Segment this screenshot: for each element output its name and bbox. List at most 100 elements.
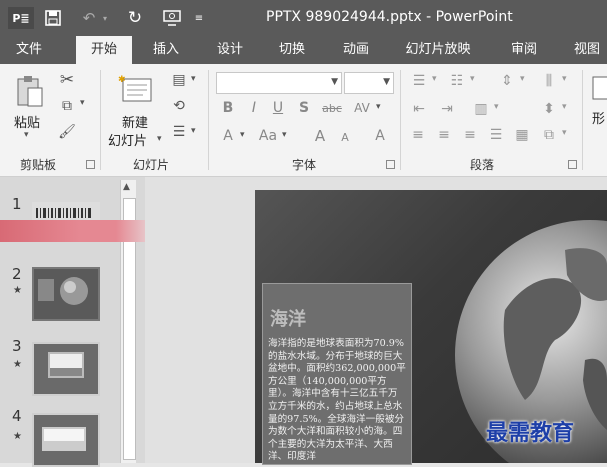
text-direction-dropdown-icon[interactable]: ▾ xyxy=(562,74,567,84)
clipboard-launcher-icon[interactable] xyxy=(86,160,95,169)
tab-design[interactable]: 设计 xyxy=(204,36,256,64)
animation-star-icon: ★ xyxy=(13,359,22,370)
align-left-icon[interactable]: ≡ xyxy=(408,126,428,144)
tab-home[interactable]: 开始 xyxy=(76,36,132,64)
paste-dropdown-icon[interactable]: ▾ xyxy=(24,130,29,140)
tab-file[interactable]: 文件 xyxy=(4,36,54,64)
cut-icon[interactable]: ✂ xyxy=(56,70,78,90)
clear-formatting-button[interactable]: A xyxy=(370,126,390,146)
copy-icon[interactable]: ⧉ xyxy=(56,96,78,116)
new-slide-icon[interactable]: ✱ xyxy=(116,72,156,106)
line-spacing-dropdown-icon[interactable]: ▾ xyxy=(520,74,525,84)
layout-dropdown-icon[interactable]: ▾ xyxy=(191,74,196,84)
slide-number: 4 xyxy=(12,407,22,425)
undo-icon[interactable]: ↶ xyxy=(78,7,100,29)
title-bar: P≣ ↶ ▾ ↻ ≡ PPTX 989024944.pptx - PowerPo… xyxy=(0,0,607,36)
slide-thumbnail-2[interactable] xyxy=(32,267,100,321)
tab-animations[interactable]: 动画 xyxy=(330,36,382,64)
bullets-icon[interactable]: ☰ xyxy=(408,72,430,90)
strikethrough-button[interactable]: abc xyxy=(320,98,344,118)
watermark: 最需教育 xyxy=(486,421,575,446)
change-case-button[interactable]: Aa xyxy=(256,126,280,146)
slide-thumbnail-3[interactable] xyxy=(32,342,100,396)
undo-dropdown-icon[interactable]: ▾ xyxy=(100,7,110,29)
justify-icon[interactable]: ☰ xyxy=(486,126,506,144)
italic-button[interactable]: I xyxy=(244,98,264,118)
slide-thumbnail-4[interactable] xyxy=(32,413,100,467)
font-name-combobox[interactable]: ▼ xyxy=(216,72,342,94)
font-color-dropdown-icon[interactable]: ▾ xyxy=(240,130,245,140)
font-group-label: 字体 xyxy=(292,158,317,172)
paragraph-group-label: 段落 xyxy=(470,158,495,172)
bullets-dropdown-icon[interactable]: ▾ xyxy=(432,74,437,84)
new-slide-label-line1[interactable]: 新建 xyxy=(122,112,148,131)
tab-transitions[interactable]: 切换 xyxy=(266,36,318,64)
ribbon-separator xyxy=(400,70,401,170)
scroll-up-icon[interactable]: ▲ xyxy=(123,182,130,192)
new-slide-dropdown-icon[interactable]: ▾ xyxy=(157,134,162,144)
drawing-label-partial[interactable]: 形 xyxy=(592,108,605,127)
animation-star-icon: ★ xyxy=(13,285,22,296)
slide-body-text[interactable]: 海洋指的是地球表面积为70.9%的盐水水域。分布于地球的巨大盆地中。面积约362… xyxy=(268,338,406,464)
clipboard-group-label: 剪贴板 xyxy=(20,158,57,172)
tab-view[interactable]: 视图 xyxy=(562,36,607,64)
slides-group-label: 幻灯片 xyxy=(133,158,170,172)
align-right-icon[interactable]: ≡ xyxy=(460,126,480,144)
powerpoint-app-icon: P≣ xyxy=(8,7,34,29)
layout-icon[interactable]: ▤ xyxy=(168,70,190,90)
font-color-button[interactable]: A xyxy=(218,126,238,146)
tab-insert[interactable]: 插入 xyxy=(140,36,192,64)
section-dropdown-icon[interactable]: ▾ xyxy=(191,126,196,136)
numbering-dropdown-icon[interactable]: ▾ xyxy=(470,74,475,84)
character-spacing-button[interactable]: AV xyxy=(350,98,374,118)
section-icon[interactable]: ☰ xyxy=(168,122,190,142)
chevron-down-icon: ▼ xyxy=(383,77,390,87)
animation-star-icon: ★ xyxy=(13,431,22,442)
font-launcher-icon[interactable] xyxy=(386,160,395,169)
decrease-indent-icon[interactable]: ⇤ xyxy=(408,100,430,118)
svg-text:✱: ✱ xyxy=(118,75,126,85)
ribbon-separator xyxy=(582,70,583,170)
ribbon-separator xyxy=(208,70,209,170)
character-spacing-dropdown-icon[interactable]: ▾ xyxy=(376,102,381,112)
tab-review[interactable]: 审阅 xyxy=(498,36,550,64)
copy-dropdown-icon[interactable]: ▾ xyxy=(80,98,85,108)
chevron-down-icon: ▼ xyxy=(331,77,338,87)
redo-icon[interactable]: ↻ xyxy=(124,7,146,29)
text-direction-icon[interactable]: ⫼ xyxy=(538,72,560,90)
numbering-icon[interactable]: ☷ xyxy=(446,72,468,90)
columns-dropdown-icon[interactable]: ▾ xyxy=(494,102,499,112)
redaction-band xyxy=(0,220,145,242)
present-icon[interactable] xyxy=(160,7,184,29)
new-slide-label-line2[interactable]: 幻灯片 xyxy=(108,130,147,149)
smartart-icon[interactable]: ⧉ xyxy=(538,126,560,144)
align-text-icon[interactable]: ⬍ xyxy=(538,100,560,118)
distributed-icon[interactable]: ▦ xyxy=(512,126,532,144)
shapes-icon[interactable] xyxy=(590,74,607,102)
tab-slideshow[interactable]: 幻灯片放映 xyxy=(396,36,480,64)
save-icon[interactable] xyxy=(42,7,64,29)
paragraph-launcher-icon[interactable] xyxy=(568,160,577,169)
columns-icon[interactable]: ▥ xyxy=(470,100,492,118)
paste-icon[interactable] xyxy=(12,74,48,108)
smartart-dropdown-icon[interactable]: ▾ xyxy=(562,128,567,138)
font-size-combobox[interactable]: ▼ xyxy=(344,72,394,94)
grow-font-button[interactable]: A xyxy=(310,126,330,146)
align-center-icon[interactable]: ≡ xyxy=(434,126,454,144)
shrink-font-button[interactable]: A xyxy=(336,128,354,146)
bold-button[interactable]: B xyxy=(218,98,238,118)
paste-button[interactable]: 粘贴 xyxy=(14,112,40,131)
ribbon-tabs: 文件 开始 插入 设计 切换 动画 幻灯片放映 审阅 视图 xyxy=(0,36,607,64)
format-painter-icon[interactable]: 🖌 xyxy=(56,122,78,142)
reset-icon[interactable]: ⟲ xyxy=(168,96,190,116)
shadow-button[interactable]: S xyxy=(294,98,314,118)
change-case-dropdown-icon[interactable]: ▾ xyxy=(282,130,287,140)
customize-quick-access-icon[interactable]: ≡ xyxy=(192,7,206,29)
ribbon: 粘贴 ▾ ✂ ⧉ ▾ 🖌 剪贴板 ✱ 新建 幻灯片 ▾ ▤ ▾ ⟲ ☰ ▾ 幻灯… xyxy=(0,64,607,177)
slide-title[interactable]: 海洋 xyxy=(270,305,306,331)
increase-indent-icon[interactable]: ⇥ xyxy=(436,100,458,118)
underline-button[interactable]: U xyxy=(268,98,288,118)
align-text-dropdown-icon[interactable]: ▾ xyxy=(562,102,567,112)
ribbon-separator xyxy=(100,70,101,170)
line-spacing-icon[interactable]: ⇕ xyxy=(496,72,518,90)
